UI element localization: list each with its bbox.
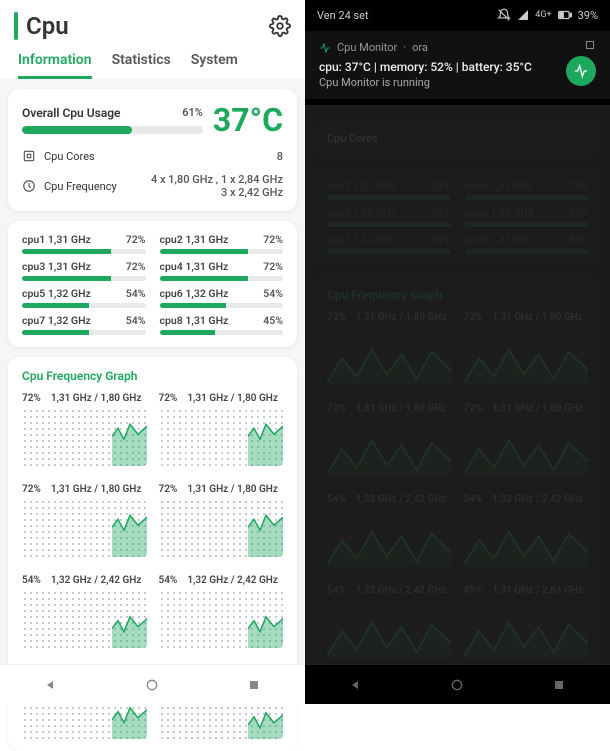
app-header: Cpu Information Statistics System <box>0 0 305 79</box>
collapse-icon[interactable] <box>584 39 596 51</box>
signal-label: 4G+ <box>535 10 551 20</box>
signal-icon <box>517 9 529 21</box>
graph-cell: 72%1,31 GHz / 1,80 GHz <box>159 484 284 557</box>
notif-time: ora <box>412 41 428 54</box>
graph-cell: 54%1,32 GHz / 2,42 GHz <box>22 575 147 648</box>
core-item: cpu5 1,32 GHz54% <box>22 287 146 308</box>
tab-information[interactable]: Information <box>18 52 92 79</box>
notif-app-icon <box>566 56 596 86</box>
overall-bar <box>22 126 132 134</box>
recents-button[interactable] <box>551 677 567 693</box>
tab-bar: Information Statistics System <box>14 40 291 79</box>
cores-card: cpu1 1,31 GHz72% cpu2 1,31 GHz72% cpu3 1,3… <box>8 221 297 347</box>
graph-cell: 72%1,31 GHz / 1,80 GHz <box>159 393 284 466</box>
overall-pct: 61% <box>182 106 203 120</box>
back-button[interactable] <box>43 677 59 693</box>
core-item: cpu8 1,31 GHz45% <box>160 314 284 335</box>
overall-label: Overall Cpu Usage <box>22 106 121 120</box>
core-item: cpu6 1,32 GHz54% <box>160 287 284 308</box>
notif-line1: cpu: 37°C | memory: 52% | battery: 35°C <box>319 60 596 74</box>
page-title: Cpu <box>26 12 69 40</box>
nav-bar <box>0 664 305 704</box>
home-button[interactable] <box>144 677 160 693</box>
status-date: Ven 24 set <box>317 9 369 22</box>
freq-label: Cpu Frequency <box>44 180 117 193</box>
notification-card[interactable]: Cpu Monitor · ora cpu: 37°C | memory: 52… <box>305 31 610 99</box>
graph-cell: 72%1,31 GHz / 1,80 GHz <box>22 393 147 466</box>
battery-icon <box>558 10 572 20</box>
core-item: cpu3 1,31 GHz72% <box>22 260 146 281</box>
pulse-icon <box>319 42 331 54</box>
tab-statistics[interactable]: Statistics <box>112 52 171 79</box>
cores-label: Cpu Cores <box>44 150 95 163</box>
overall-card: Overall Cpu Usage 61% 37°C Cpu Cores 8 C… <box>8 89 297 211</box>
core-item: cpu2 1,31 GHz72% <box>160 233 284 254</box>
back-button[interactable] <box>348 677 364 693</box>
dimmed-app: Cpu Cores cpu3 1,31 GHz72%cpu4 1,31 GHz7… <box>305 0 610 704</box>
notif-line2: Cpu Monitor is running <box>319 76 596 89</box>
cores-icon <box>22 149 36 163</box>
recents-button[interactable] <box>246 677 262 693</box>
core-item: cpu1 1,31 GHz72% <box>22 233 146 254</box>
core-item: cpu7 1,32 GHz54% <box>22 314 146 335</box>
graph-title: Cpu Frequency Graph <box>22 369 283 383</box>
core-item: cpu4 1,31 GHz72% <box>160 260 284 281</box>
gear-icon[interactable] <box>269 15 291 37</box>
notif-app-name: Cpu Monitor <box>337 41 397 54</box>
tab-system[interactable]: System <box>191 52 238 79</box>
cpu-temp: 37°C <box>213 101 283 139</box>
accent-bar <box>14 12 18 40</box>
nav-bar-right <box>305 664 610 704</box>
battery-pct: 39% <box>578 9 598 22</box>
notification-screen: Cpu Cores cpu3 1,31 GHz72%cpu4 1,31 GHz7… <box>305 0 610 704</box>
home-button[interactable] <box>449 677 465 693</box>
mute-icon <box>497 8 511 22</box>
graph-cell: 54%1,32 GHz / 2,42 GHz <box>159 575 284 648</box>
freq-icon <box>22 179 36 193</box>
cores-value: 8 <box>277 150 283 163</box>
graph-cell: 72%1,31 GHz / 1,80 GHz <box>22 484 147 557</box>
app-screen: Cpu Information Statistics System Overal… <box>0 0 305 704</box>
freq-value: 4 x 1,80 GHz , 1 x 2,84 GHz 3 x 2,42 GHz <box>151 173 283 199</box>
status-bar: Ven 24 set 4G+ 39% <box>305 0 610 30</box>
